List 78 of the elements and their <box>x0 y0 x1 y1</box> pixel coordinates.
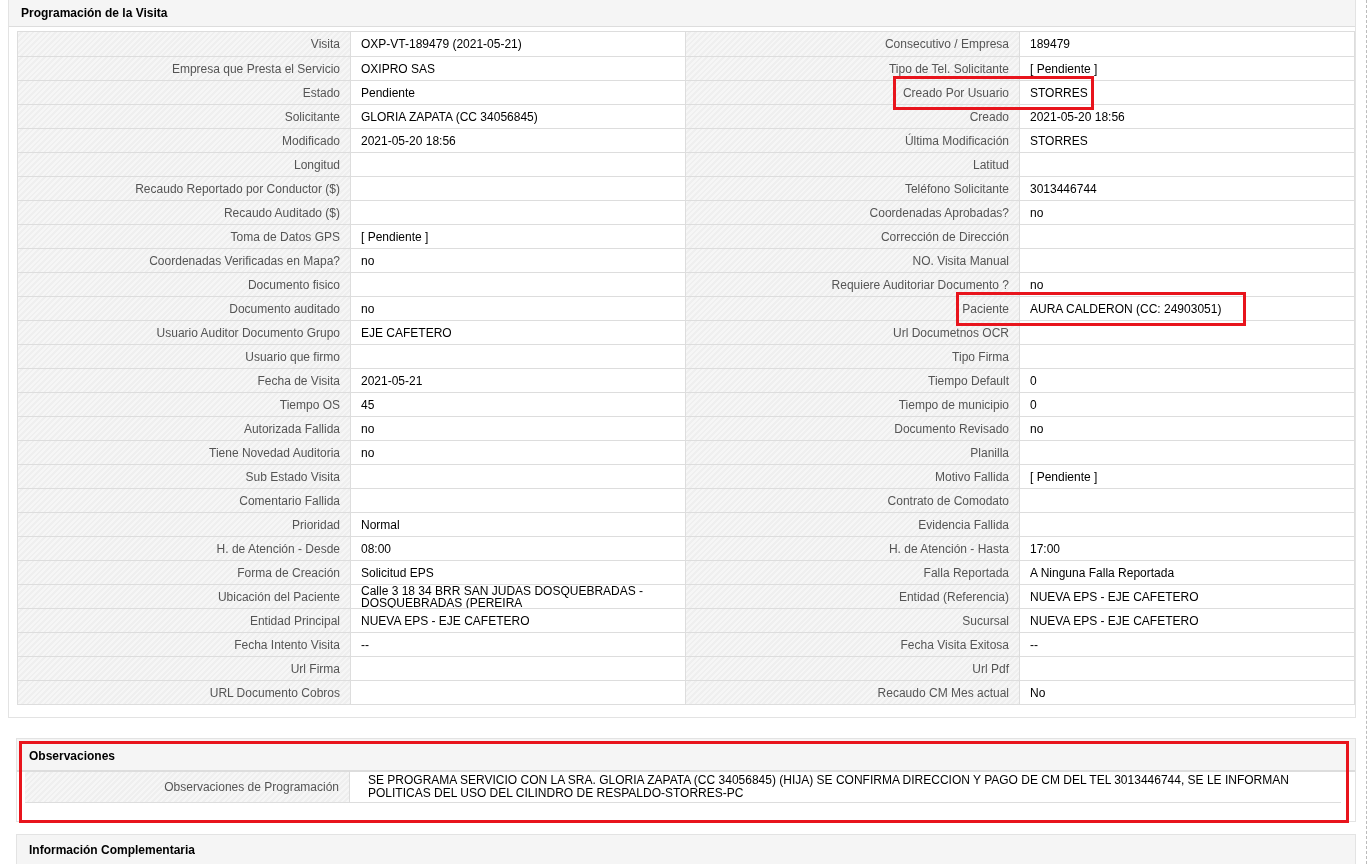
label-cell: Tiene Novedad Auditoria <box>18 440 351 464</box>
label-cell: Forma de Creación <box>18 560 351 584</box>
value-cell: 08:00 <box>351 536 686 560</box>
value-cell: Normal <box>351 512 686 536</box>
value-cell: -- <box>351 632 686 656</box>
value-cell: Calle 3 18 34 BRR SAN JUDAS DOSQUEBRADAS - DOSQUEBRADAS (PEREIRA <box>351 584 686 608</box>
label-cell: Documento Revisado <box>686 416 1020 440</box>
value-cell: no <box>351 440 686 464</box>
label-cell: Estado <box>18 80 351 104</box>
label-cell: Consecutivo / Empresa <box>686 32 1020 56</box>
value-cell: [ Pendiente ] <box>351 224 686 248</box>
label-cell: Usuario Auditor Documento Grupo <box>18 320 351 344</box>
section-title: Información Complementaria <box>29 843 196 857</box>
section-title: Programación de la Visita <box>21 6 168 20</box>
value-cell: 45 <box>351 392 686 416</box>
label-cell: H. de Atención - Desde <box>18 536 351 560</box>
label-cell: NO. Visita Manual <box>686 248 1020 272</box>
label-cell: URL Documento Cobros <box>18 680 351 704</box>
label-cell: Entidad (Referencia) <box>686 584 1020 608</box>
value-cell: 2021-05-21 <box>351 368 686 392</box>
label-cell: Prioridad <box>18 512 351 536</box>
value-cell: no <box>351 416 686 440</box>
label-cell: Tiempo OS <box>18 392 351 416</box>
label-cell: H. de Atención - Hasta <box>686 536 1020 560</box>
label-cell: Toma de Datos GPS <box>18 224 351 248</box>
label-cell: Visita <box>18 32 351 56</box>
label-cell: Tiempo Default <box>686 368 1020 392</box>
label-cell: Entidad Principal <box>18 608 351 632</box>
label-cell: Latitud <box>686 152 1020 176</box>
label-cell: Solicitante <box>18 104 351 128</box>
value-cell: GLORIA ZAPATA (CC 34056845) <box>351 104 686 128</box>
label-cell: Recaudo CM Mes actual <box>686 680 1020 704</box>
label-cell: Longitud <box>18 152 351 176</box>
label-cell: Documento fisico <box>18 272 351 296</box>
label-cell: Usuario que firmo <box>18 344 351 368</box>
label-cell: Creado <box>686 104 1020 128</box>
label-cell: Sub Estado Visita <box>18 464 351 488</box>
label-cell: Fecha de Visita <box>18 368 351 392</box>
label-cell: Teléfono Solicitante <box>686 176 1020 200</box>
label-cell: Requiere Auditoriar Documento ? <box>686 272 1020 296</box>
label-cell: Url Firma <box>18 656 351 680</box>
label-cell: Contrato de Comodato <box>686 488 1020 512</box>
label-cell: Paciente <box>686 296 1020 320</box>
label-cell: Fecha Intento Visita <box>18 632 351 656</box>
label-cell: Documento auditado <box>18 296 351 320</box>
value-cell: EJE CAFETERO <box>351 320 686 344</box>
label-cell: Empresa que Presta el Servicio <box>18 56 351 80</box>
label-cell: Autorizada Fallida <box>18 416 351 440</box>
value-cell: no <box>351 296 686 320</box>
value-cell: no <box>351 248 686 272</box>
value-cell: Solicitud EPS <box>351 560 686 584</box>
value-cell: NUEVA EPS - EJE CAFETERO <box>351 608 686 632</box>
label-cell: Url Pdf <box>686 656 1020 680</box>
label-cell: Recaudo Auditado ($) <box>18 200 351 224</box>
label-cell: Coordenadas Aprobadas? <box>686 200 1020 224</box>
label-cell: Url Documetnos OCR <box>686 320 1020 344</box>
value-cell: OXIPRO SAS <box>351 56 686 80</box>
value-cell: 2021-05-20 18:56 <box>351 128 686 152</box>
label-cell: Sucursal <box>686 608 1020 632</box>
label-cell: Última Modificación <box>686 128 1020 152</box>
label-cell: Falla Reportada <box>686 560 1020 584</box>
value-cell: Pendiente <box>351 80 686 104</box>
label-cell: Fecha Visita Exitosa <box>686 632 1020 656</box>
label-cell: Evidencia Fallida <box>686 512 1020 536</box>
label-cell: Planilla <box>686 440 1020 464</box>
label-cell: Motivo Fallida <box>686 464 1020 488</box>
label-cell: Creado Por Usuario <box>686 80 1020 104</box>
label-cell: Tiempo de municipio <box>686 392 1020 416</box>
label-cell: Modificado <box>18 128 351 152</box>
label-cell: Recaudo Reportado por Conductor ($) <box>18 176 351 200</box>
label-cell: Tipo Firma <box>686 344 1020 368</box>
label-cell: Ubicación del Paciente <box>18 584 351 608</box>
label-cell: Observaciones de Programación <box>25 772 350 802</box>
label-cell: Coordenadas Verificadas en Mapa? <box>18 248 351 272</box>
section-title: Observaciones <box>29 749 116 763</box>
label-cell: Comentario Fallida <box>18 488 351 512</box>
label-cell: Corrección de Dirección <box>686 224 1020 248</box>
label-cell: Tipo de Tel. Solicitante <box>686 56 1020 80</box>
